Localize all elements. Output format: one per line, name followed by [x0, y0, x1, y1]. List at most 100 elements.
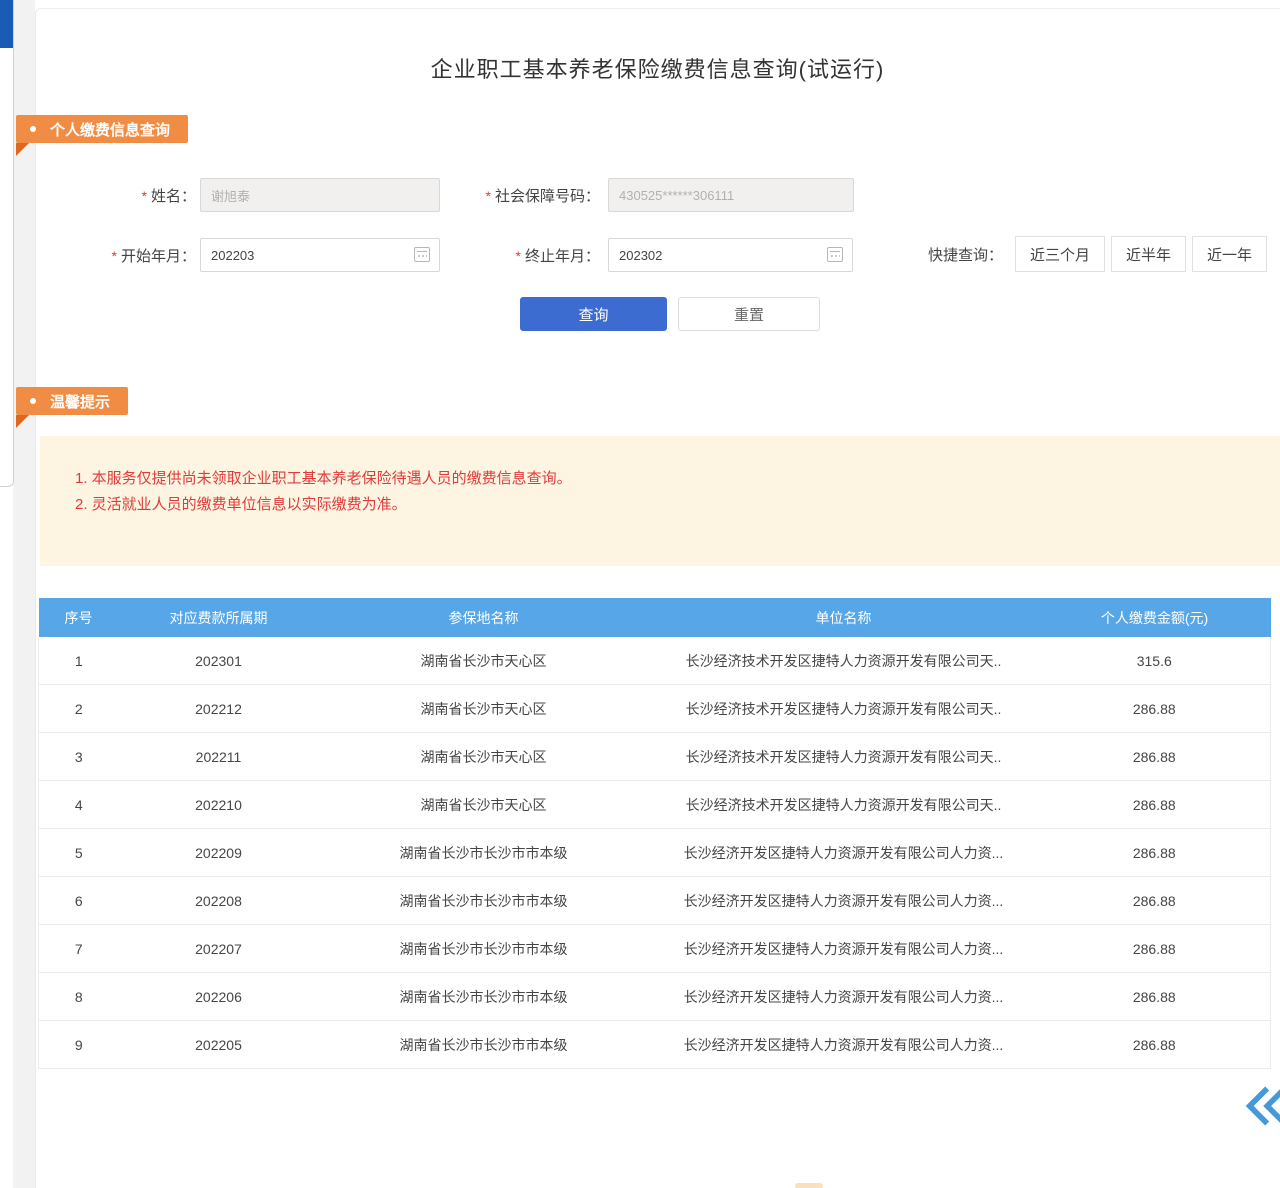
cell-insured-place: 湖南省长沙市长沙市市本级 — [319, 877, 649, 925]
cell-insured-place: 湖南省长沙市天心区 — [319, 637, 649, 685]
table-row: 7 202207 湖南省长沙市长沙市市本级 长沙经济开发区捷特人力资源开发有限公… — [39, 925, 1271, 973]
cell-employer: 长沙经济技术开发区捷特人力资源开发有限公司天.. — [649, 685, 1039, 733]
cell-insured-place: 湖南省长沙市天心区 — [319, 685, 649, 733]
cell-seq: 3 — [39, 733, 119, 781]
cell-period: 202212 — [119, 685, 319, 733]
quick-query-6months-button[interactable]: 近半年 — [1111, 236, 1186, 272]
name-field-group: *姓名： — [60, 178, 440, 212]
required-asterisk: * — [112, 248, 117, 264]
table-row: 5 202209 湖南省长沙市长沙市市本级 长沙经济开发区捷特人力资源开发有限公… — [39, 829, 1271, 877]
ssn-field-group: *社会保障号码： — [420, 178, 854, 212]
quick-query-3months-button[interactable]: 近三个月 — [1015, 236, 1105, 272]
cell-period: 202206 — [119, 973, 319, 1021]
table-row: 9 202205 湖南省长沙市长沙市市本级 长沙经济开发区捷特人力资源开发有限公… — [39, 1021, 1271, 1069]
cell-insured-place: 湖南省长沙市长沙市市本级 — [319, 829, 649, 877]
header-amount: 个人缴费金额(元) — [1039, 598, 1271, 637]
required-asterisk: * — [516, 248, 521, 264]
table-header-row: 序号 对应费款所属期 参保地名称 单位名称 个人缴费金额(元) — [39, 598, 1271, 637]
table-row: 1 202301 湖南省长沙市天心区 长沙经济技术开发区捷特人力资源开发有限公司… — [39, 637, 1271, 685]
badge-fold-query — [16, 143, 29, 156]
cell-amount: 315.6 — [1039, 637, 1271, 685]
cell-period: 202211 — [119, 733, 319, 781]
quick-query-label: 快捷查询： — [928, 244, 1003, 265]
cell-employer: 长沙经济技术开发区捷特人力资源开发有限公司天.. — [649, 781, 1039, 829]
page-canvas: 企业职工基本养老保险缴费信息查询(试运行) 个人缴费信息查询 *姓名： *社会保… — [0, 0, 1280, 1188]
cell-insured-place: 湖南省长沙市长沙市市本级 — [319, 1021, 649, 1069]
cell-period: 202207 — [119, 925, 319, 973]
cell-amount: 286.88 — [1039, 733, 1271, 781]
section-badge-query-label: 个人缴费信息查询 — [50, 119, 170, 140]
table-body: 1 202301 湖南省长沙市天心区 长沙经济技术开发区捷特人力资源开发有限公司… — [39, 637, 1271, 1069]
cell-employer: 长沙经济开发区捷特人力资源开发有限公司人力资... — [649, 973, 1039, 1021]
table-row: 2 202212 湖南省长沙市天心区 长沙经济技术开发区捷特人力资源开发有限公司… — [39, 685, 1271, 733]
page-title: 企业职工基本养老保险缴费信息查询(试运行) — [35, 52, 1280, 84]
left-gap-strip — [13, 0, 35, 1188]
table-row: 3 202211 湖南省长沙市天心区 长沙经济技术开发区捷特人力资源开发有限公司… — [39, 733, 1271, 781]
cell-employer: 长沙经济开发区捷特人力资源开发有限公司人力资... — [649, 925, 1039, 973]
reset-button[interactable]: 重置 — [678, 297, 820, 331]
end-month-input[interactable] — [608, 238, 853, 272]
cell-seq: 7 — [39, 925, 119, 973]
required-asterisk: * — [142, 188, 147, 204]
quick-query-1year-button[interactable]: 近一年 — [1192, 236, 1267, 272]
cell-period: 202210 — [119, 781, 319, 829]
collapsed-sidebar — [0, 0, 14, 487]
table-row: 4 202210 湖南省长沙市天心区 长沙经济技术开发区捷特人力资源开发有限公司… — [39, 781, 1271, 829]
start-month-input[interactable] — [200, 238, 440, 272]
cell-amount: 286.88 — [1039, 1021, 1271, 1069]
cell-employer: 长沙经济开发区捷特人力资源开发有限公司人力资... — [649, 829, 1039, 877]
collapsed-sidebar-active-item — [0, 0, 13, 48]
quick-query-group: 快捷查询： 近三个月 近半年 近一年 — [928, 237, 1267, 271]
required-asterisk: * — [486, 188, 491, 204]
cell-period: 202209 — [119, 829, 319, 877]
cell-seq: 8 — [39, 973, 119, 1021]
payment-results-table: 序号 对应费款所属期 参保地名称 单位名称 个人缴费金额(元) 1 202301… — [38, 598, 1271, 1069]
cell-seq: 2 — [39, 685, 119, 733]
header-period: 对应费款所属期 — [119, 598, 319, 637]
query-button[interactable]: 查询 — [520, 297, 667, 331]
bullet-dot-icon — [30, 126, 36, 132]
cell-employer: 长沙经济开发区捷特人力资源开发有限公司人力资... — [649, 877, 1039, 925]
calendar-icon[interactable] — [827, 247, 843, 262]
cell-seq: 4 — [39, 781, 119, 829]
end-month-label: *终止年月： — [420, 245, 600, 266]
table-row: 6 202208 湖南省长沙市长沙市市本级 长沙经济开发区捷特人力资源开发有限公… — [39, 877, 1271, 925]
cell-insured-place: 湖南省长沙市长沙市市本级 — [319, 973, 649, 1021]
cell-insured-place: 湖南省长沙市天心区 — [319, 781, 649, 829]
header-employer: 单位名称 — [649, 598, 1039, 637]
cell-insured-place: 湖南省长沙市天心区 — [319, 733, 649, 781]
partial-element-bottom — [795, 1183, 823, 1188]
cell-amount: 286.88 — [1039, 973, 1271, 1021]
cell-period: 202208 — [119, 877, 319, 925]
cell-amount: 286.88 — [1039, 685, 1271, 733]
double-chevron-left-icon[interactable] — [1238, 1078, 1280, 1134]
cell-seq: 1 — [39, 637, 119, 685]
cell-employer: 长沙经济技术开发区捷特人力资源开发有限公司天.. — [649, 637, 1039, 685]
name-input[interactable] — [200, 178, 440, 212]
cell-employer: 长沙经济技术开发区捷特人力资源开发有限公司天.. — [649, 733, 1039, 781]
cell-seq: 6 — [39, 877, 119, 925]
notice-line-1: 1. 本服务仅提供尚未领取企业职工基本养老保险待遇人员的缴费信息查询。 — [75, 466, 1280, 492]
table-row: 8 202206 湖南省长沙市长沙市市本级 长沙经济开发区捷特人力资源开发有限公… — [39, 973, 1271, 1021]
start-month-field-group: *开始年月： — [60, 238, 440, 272]
cell-period: 202301 — [119, 637, 319, 685]
cell-amount: 286.88 — [1039, 829, 1271, 877]
header-seq: 序号 — [39, 598, 119, 637]
cell-insured-place: 湖南省长沙市长沙市市本级 — [319, 925, 649, 973]
notice-box: 1. 本服务仅提供尚未领取企业职工基本养老保险待遇人员的缴费信息查询。 2. 灵… — [40, 436, 1280, 566]
notice-line-2: 2. 灵活就业人员的缴费单位信息以实际缴费为准。 — [75, 492, 1280, 518]
cell-amount: 286.88 — [1039, 877, 1271, 925]
cell-amount: 286.88 — [1039, 925, 1271, 973]
ssn-input[interactable] — [608, 178, 854, 212]
cell-seq: 9 — [39, 1021, 119, 1069]
cell-amount: 286.88 — [1039, 781, 1271, 829]
header-insured-place: 参保地名称 — [319, 598, 649, 637]
section-badge-tips-label: 温馨提示 — [50, 391, 110, 412]
end-month-field-group: *终止年月： — [420, 238, 853, 272]
cell-seq: 5 — [39, 829, 119, 877]
badge-fold-tips — [16, 415, 29, 428]
section-badge-query: 个人缴费信息查询 — [16, 115, 188, 143]
start-month-label: *开始年月： — [60, 245, 196, 266]
cell-employer: 长沙经济开发区捷特人力资源开发有限公司人力资... — [649, 1021, 1039, 1069]
bullet-dot-icon — [30, 398, 36, 404]
